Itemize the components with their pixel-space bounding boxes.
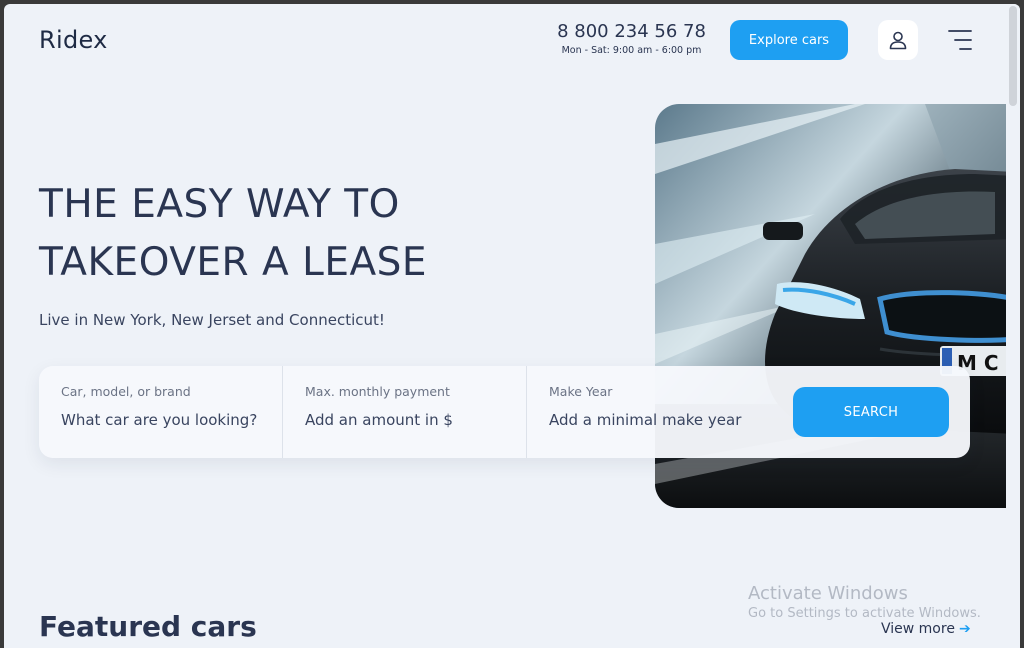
logo[interactable]: Ridex (39, 26, 108, 54)
scrollbar-thumb[interactable] (1009, 6, 1017, 106)
watermark-line-1: Activate Windows (748, 583, 908, 604)
user-account-button[interactable] (878, 20, 918, 60)
search-field-car-label: Car, model, or brand (61, 384, 191, 399)
menu-icon (948, 30, 972, 50)
phone-number[interactable]: 8 800 234 56 78 (544, 21, 719, 42)
featured-cars-title: Featured cars (39, 610, 257, 643)
car-model-brand-input[interactable] (61, 411, 281, 429)
explore-cars-button[interactable]: Explore cars (730, 20, 848, 60)
hero-title-line-2: TAKEOVER A LEASE (39, 240, 428, 285)
search-field-payment: Max. monthly payment (283, 366, 527, 458)
hero-title-line-1: THE EASY WAY TO (39, 182, 400, 227)
arrow-right-icon: ➔ (958, 621, 971, 637)
view-more-link[interactable]: View more ➔ (881, 621, 971, 637)
search-panel: Car, model, or brand Max. monthly paymen… (39, 366, 970, 458)
search-field-payment-label: Max. monthly payment (305, 384, 450, 399)
user-icon (889, 31, 907, 50)
hero-title: THE EASY WAY TO TAKEOVER A LEASE (39, 176, 427, 292)
vertical-scrollbar[interactable] (1006, 4, 1020, 648)
watermark-line-2: Go to Settings to activate Windows. (748, 606, 981, 621)
search-field-year: Make Year (527, 366, 771, 458)
search-field-car: Car, model, or brand (39, 366, 283, 458)
search-field-year-label: Make Year (549, 384, 613, 399)
windows-activation-watermark: Activate Windows Go to Settings to activ… (748, 583, 981, 621)
menu-button[interactable] (946, 26, 974, 54)
search-button[interactable]: SEARCH (793, 387, 949, 437)
hero-subtitle: Live in New York, New Jerset and Connect… (39, 311, 385, 329)
page: Ridex 8 800 234 56 78 Mon - Sat: 9:00 am… (4, 4, 1020, 648)
contact-info: 8 800 234 56 78 Mon - Sat: 9:00 am - 6:0… (544, 21, 719, 56)
business-hours: Mon - Sat: 9:00 am - 6:00 pm (561, 45, 702, 56)
view-more-label: View more (881, 621, 955, 637)
make-year-input[interactable] (549, 411, 769, 429)
max-monthly-payment-input[interactable] (305, 411, 525, 429)
